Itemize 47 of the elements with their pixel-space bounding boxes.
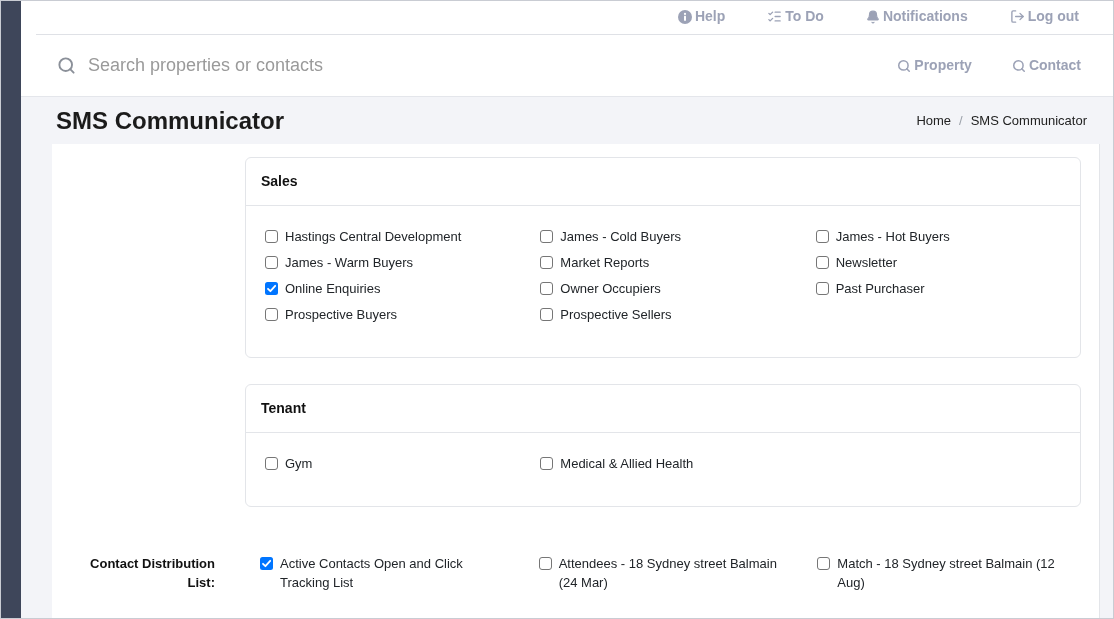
option-label[interactable]: James - Hot Buyers [835,227,950,246]
info-icon [677,9,692,24]
checkbox[interactable] [540,256,554,269]
search-icon [57,56,76,75]
checkbox[interactable] [815,282,829,295]
bell-icon [865,9,880,24]
option-label[interactable]: Market Reports [560,253,650,272]
option-label[interactable]: Prospective Buyers [285,305,397,324]
checkbox[interactable] [815,230,829,243]
checkbox[interactable] [540,282,554,295]
checkbox[interactable] [265,256,278,269]
card-title: Sales [261,172,298,191]
option-label[interactable]: James - Cold Buyers [560,227,681,246]
checkbox[interactable] [540,457,554,470]
breadcrumb-current: SMS Communicator [970,111,1087,130]
option-label[interactable]: Online Enquiries [285,279,381,298]
option-label[interactable]: Past Purchaser [835,279,925,298]
search-icon [1011,58,1026,73]
option-label[interactable]: Gym [285,454,313,473]
field-label: Contact Distribution List: [89,555,215,592]
checklist-icon [767,9,783,24]
search-icon [897,58,912,73]
option-label[interactable]: Match - 18 Sydney street Balmain (12 Aug) [837,554,1070,592]
option-label[interactable]: Active Contacts Open and Click Tracking List [280,554,512,592]
checkbox[interactable] [817,557,831,570]
breadcrumb-separator: / [959,111,963,130]
checkbox[interactable] [265,282,278,295]
checkbox[interactable] [540,230,554,243]
option-label[interactable]: Prospective Sellers [560,305,672,324]
option-label[interactable]: James - Warm Buyers [285,253,414,272]
checkbox[interactable] [815,256,829,269]
checkbox[interactable] [540,308,554,321]
card-title: Tenant [261,399,306,418]
option-label[interactable]: Newsletter [835,253,898,272]
checkbox[interactable] [260,557,273,570]
option-label[interactable]: Hastings Central Development [285,227,462,246]
breadcrumb-link[interactable]: Home [916,110,952,131]
logout-icon [1009,9,1025,24]
checkbox[interactable] [265,308,278,321]
option-label[interactable]: Medical & Allied Health [560,454,694,473]
search-field[interactable]: Search properties or contacts [88,52,508,79]
page-title: SMS Communicator [56,105,285,136]
checkbox[interactable] [265,457,278,470]
option-label[interactable]: Attendees - 18 Sydney street Balmain (24 Mar) [558,554,791,592]
checkbox[interactable] [265,230,278,243]
checkbox[interactable] [538,557,552,570]
option-label[interactable]: Owner Occupiers [560,279,661,298]
